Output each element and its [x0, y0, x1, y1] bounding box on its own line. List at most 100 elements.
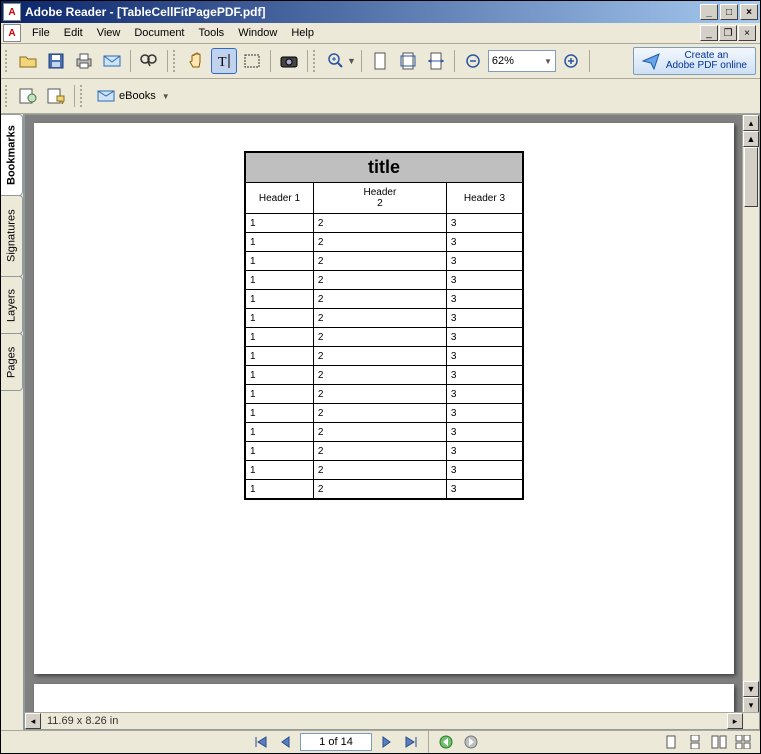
- ebooks-button[interactable]: eBooks ▼: [90, 86, 177, 106]
- menu-file[interactable]: File: [25, 25, 57, 41]
- select-text-tool-button[interactable]: T: [211, 48, 237, 74]
- prev-view-button[interactable]: [435, 732, 457, 752]
- mdi-restore-button[interactable]: ❐: [719, 25, 737, 41]
- sidebar-tab-signatures[interactable]: Signatures: [1, 195, 23, 277]
- prev-page-button[interactable]: [275, 732, 297, 752]
- fit-page-button[interactable]: [395, 48, 421, 74]
- snapshot-tool-button[interactable]: [276, 48, 302, 74]
- sidebar-tab-bookmarks[interactable]: Bookmarks: [1, 114, 23, 196]
- review-button[interactable]: [15, 83, 41, 109]
- scroll-thumb[interactable]: [744, 147, 758, 207]
- toolbar-separator: [130, 50, 131, 72]
- close-button[interactable]: ×: [740, 4, 758, 20]
- scroll-down-button[interactable]: ▾: [743, 697, 759, 713]
- table-cell: 2: [313, 309, 446, 328]
- table-cell: 3: [446, 271, 523, 290]
- table-row: 123: [245, 252, 523, 271]
- page-dimensions: 11.69 x 8.26 in: [41, 715, 157, 727]
- status-bar: 1 of 14: [1, 730, 760, 753]
- menu-tools[interactable]: Tools: [192, 25, 232, 41]
- minimize-button[interactable]: _: [700, 4, 718, 20]
- horizontal-scrollbar[interactable]: ◂ 11.69 x 8.26 in ▸: [25, 712, 759, 729]
- mdi-minimize-button[interactable]: _: [700, 25, 718, 41]
- mdi-close-button[interactable]: ×: [738, 25, 756, 41]
- table-row: 123: [245, 385, 523, 404]
- window-title: Adobe Reader - [TableCellFitPagePDF.pdf]: [25, 5, 700, 19]
- document-area: title Header 1 Header2 Header 3 12312312…: [24, 114, 760, 730]
- print-button[interactable]: [71, 48, 97, 74]
- email-button[interactable]: [99, 48, 125, 74]
- menu-document[interactable]: Document: [127, 25, 191, 41]
- actual-size-button[interactable]: [367, 48, 393, 74]
- create-pdf-line2: Adobe PDF online: [666, 61, 747, 72]
- app-window: A Adobe Reader - [TableCellFitPagePDF.pd…: [0, 0, 761, 754]
- scroll-right-button[interactable]: ▸: [727, 713, 743, 729]
- scroll-down-button[interactable]: ▼: [743, 681, 759, 697]
- table-cell: 2: [313, 423, 446, 442]
- table-row: 123: [245, 233, 523, 252]
- menu-edit[interactable]: Edit: [57, 25, 90, 41]
- menu-help[interactable]: Help: [284, 25, 321, 41]
- toolbar-separator: [270, 50, 271, 72]
- sidebar-tab-pages[interactable]: Pages: [1, 333, 23, 391]
- fit-width-button[interactable]: [423, 48, 449, 74]
- zoom-in-button[interactable]: [323, 48, 349, 74]
- open-button[interactable]: [15, 48, 41, 74]
- toolbar-grip[interactable]: [173, 50, 179, 72]
- table-cell: 1: [245, 366, 313, 385]
- table-cell: 2: [313, 252, 446, 271]
- doc-icon[interactable]: A: [3, 24, 21, 42]
- table-cell: 2: [313, 214, 446, 233]
- table-cell: 2: [313, 233, 446, 252]
- scroll-track[interactable]: [743, 147, 759, 681]
- zoom-in-plus-button[interactable]: [558, 48, 584, 74]
- scroll-left-button[interactable]: ◂: [25, 713, 41, 729]
- document-viewport[interactable]: title Header 1 Header2 Header 3 12312312…: [24, 114, 760, 730]
- table-row: 123: [245, 404, 523, 423]
- save-button[interactable]: [43, 48, 69, 74]
- sidebar-tab-layers[interactable]: Layers: [1, 276, 23, 334]
- first-page-button[interactable]: [250, 732, 272, 752]
- table-cell: 1: [245, 233, 313, 252]
- next-view-button[interactable]: [460, 732, 482, 752]
- table-cell: 1: [245, 385, 313, 404]
- last-page-button[interactable]: [400, 732, 422, 752]
- toolbar-grip[interactable]: [313, 50, 319, 72]
- menu-window[interactable]: Window: [231, 25, 284, 41]
- vertical-scrollbar[interactable]: ▴ ▲ ▼ ▾: [742, 115, 759, 713]
- toolbar-grip[interactable]: [80, 85, 86, 107]
- continuous-facing-button[interactable]: [732, 732, 754, 752]
- table-cell: 2: [313, 480, 446, 500]
- menu-view[interactable]: View: [90, 25, 128, 41]
- zoom-out-button[interactable]: [460, 48, 486, 74]
- single-page-button[interactable]: [660, 732, 682, 752]
- table-cell: 1: [245, 290, 313, 309]
- toolbar-separator: [428, 731, 429, 753]
- select-image-tool-button[interactable]: [239, 48, 265, 74]
- dropdown-arrow-icon[interactable]: ▼: [544, 57, 552, 66]
- scroll-up-button[interactable]: ▲: [743, 131, 759, 147]
- search-button[interactable]: [136, 48, 162, 74]
- table-cell: 3: [446, 214, 523, 233]
- next-page-button[interactable]: [375, 732, 397, 752]
- table-cell: 3: [446, 290, 523, 309]
- table-cell: 3: [446, 404, 523, 423]
- hand-tool-button[interactable]: [183, 48, 209, 74]
- zoom-input[interactable]: 62% ▼: [488, 50, 556, 72]
- table-cell: 1: [245, 423, 313, 442]
- table-row: 123: [245, 328, 523, 347]
- table-cell: 1: [245, 461, 313, 480]
- facing-button[interactable]: [708, 732, 730, 752]
- scroll-corner: [743, 713, 759, 729]
- create-pdf-online-button[interactable]: Create an Adobe PDF online: [633, 47, 756, 75]
- maximize-button[interactable]: □: [720, 4, 738, 20]
- page-number-input[interactable]: 1 of 14: [300, 733, 372, 751]
- main-toolbar: T ▼ 62% ▼ Create an Adobe PDF online: [1, 44, 760, 79]
- continuous-button[interactable]: [684, 732, 706, 752]
- scroll-up-button[interactable]: ▴: [743, 115, 759, 131]
- dropdown-arrow-icon[interactable]: ▼: [347, 56, 356, 66]
- toolbar-grip[interactable]: [5, 50, 11, 72]
- toolbar-separator: [589, 50, 590, 72]
- toolbar-grip[interactable]: [5, 85, 11, 107]
- review-comments-button[interactable]: [43, 83, 69, 109]
